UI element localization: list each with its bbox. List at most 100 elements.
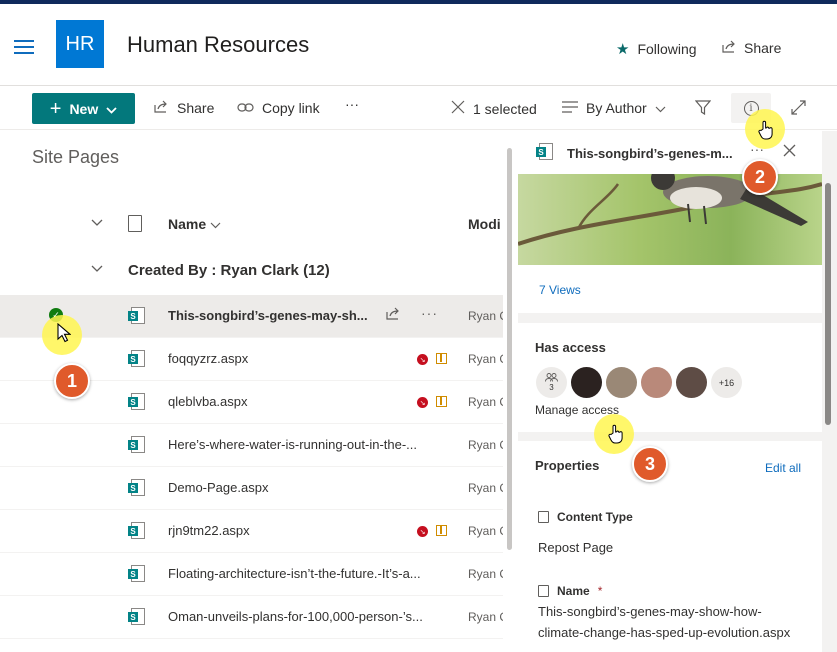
list-view-icon — [562, 100, 578, 116]
collapse-group-chevron-icon[interactable] — [91, 262, 103, 276]
sitepage-file-icon: S — [536, 143, 554, 161]
file-name-link[interactable]: Floating-architecture-isn’t-the-future.-… — [168, 566, 421, 581]
avatar[interactable] — [571, 367, 602, 398]
copy-link-button[interactable]: Copy link — [237, 100, 320, 116]
row-share-icon[interactable] — [386, 307, 401, 323]
site-title[interactable]: Human Resources — [127, 32, 309, 58]
edit-all-link[interactable]: Edit all — [765, 461, 801, 475]
book-icon[interactable] — [436, 353, 447, 364]
pointer-cursor-icon — [57, 322, 72, 349]
properties-card: Properties Edit all Content Type Repost … — [518, 441, 822, 652]
sitepage-file-icon: S — [128, 608, 146, 626]
list-title: Site Pages — [32, 147, 120, 167]
details-pane: S This-songbird’s-genes-m... ··· 7 Views… — [518, 131, 837, 652]
file-name-link[interactable]: Here’s-where-water-is-running-out-in-the… — [168, 437, 417, 452]
command-bar: + New Share Copy link ··· 1 selected By … — [0, 86, 837, 130]
group-avatar[interactable]: 3 — [536, 367, 567, 398]
following-button[interactable]: ★ Following — [616, 40, 697, 58]
sitepage-file-icon: S — [128, 307, 146, 325]
select-all-chevron-icon[interactable] — [91, 216, 103, 230]
chevron-down-icon — [655, 100, 666, 116]
site-logo[interactable]: HR — [56, 20, 104, 68]
list-scrollbar[interactable] — [507, 148, 512, 550]
sitepage-file-icon: S — [128, 436, 146, 454]
table-row[interactable]: S Floating-architecture-isn’t-the-future.… — [0, 553, 503, 596]
properties-heading: Properties — [535, 458, 600, 473]
alert-icon[interactable]: ↘ — [417, 397, 428, 408]
sitepage-file-icon: S — [128, 393, 146, 411]
file-name-link[interactable]: qleblvba.aspx — [168, 394, 248, 409]
table-row[interactable]: S Here’s-where-water-is-running-out-in-th… — [0, 424, 503, 467]
more-commands-button[interactable]: ··· — [345, 96, 359, 112]
name-label: Name * — [538, 584, 602, 598]
expand-button[interactable] — [791, 100, 806, 118]
close-icon — [451, 100, 465, 117]
filter-button[interactable] — [694, 100, 712, 118]
content-type-label-text: Content Type — [557, 510, 633, 524]
file-type-icon[interactable] — [128, 215, 142, 232]
file-name-link[interactable]: rjn9tm22.aspx — [168, 523, 250, 538]
share-button[interactable]: Share — [154, 100, 214, 116]
column-header-modified[interactable]: Modi — [468, 216, 501, 232]
content-type-label: Content Type — [538, 510, 633, 524]
selected-count: 1 selected — [473, 100, 537, 117]
book-icon[interactable] — [436, 525, 447, 536]
clear-selection-button[interactable]: 1 selected — [451, 100, 537, 117]
file-name-link[interactable]: Oman-unveils-plans-for-100,000-person-’s… — [168, 609, 423, 624]
avatar[interactable] — [606, 367, 637, 398]
file-name-link[interactable]: This-songbird’s-genes-may-sh... — [168, 308, 368, 323]
link-icon — [237, 100, 254, 116]
avatar[interactable] — [641, 367, 672, 398]
alert-icon[interactable]: ↘ — [417, 526, 428, 537]
expand-icon — [791, 100, 806, 118]
group-header[interactable]: Created By : Ryan Clark (12) — [0, 254, 503, 288]
access-heading: Has access — [535, 340, 606, 355]
sitepage-file-icon: S — [128, 479, 146, 497]
table-row[interactable]: S Demo-Page.aspx Ryan C — [0, 467, 503, 510]
share-icon — [722, 40, 736, 56]
book-icon[interactable] — [436, 396, 447, 407]
modified-by: Ryan C — [468, 610, 503, 624]
views-link[interactable]: 7 Views — [539, 283, 581, 297]
more-people-badge[interactable]: +16 — [711, 367, 742, 398]
views-card: 7 Views — [518, 265, 822, 313]
details-scrollbar[interactable] — [825, 183, 831, 425]
modified-by: Ryan C — [468, 309, 503, 323]
page-thumbnail-image — [518, 174, 822, 265]
row-more-icon[interactable]: ··· — [421, 305, 438, 321]
step-badge-2: 2 — [742, 159, 778, 195]
table-row[interactable]: Srjn9tm22.aspx ↘ Ryan C — [0, 510, 503, 553]
chevron-down-icon — [106, 101, 117, 117]
sitepage-file-icon: S — [128, 350, 146, 368]
sitepage-file-icon: S — [128, 522, 146, 540]
site-share-label: Share — [744, 40, 782, 56]
required-marker: * — [597, 584, 603, 598]
sitepage-file-icon: S — [128, 565, 146, 583]
close-icon[interactable] — [783, 142, 796, 162]
modified-by: Ryan C — [468, 352, 503, 366]
alert-icon[interactable]: ↘ — [417, 354, 428, 365]
file-name-link[interactable]: Demo-Page.aspx — [168, 480, 268, 495]
file-name-link[interactable]: foqqyzrz.aspx — [168, 351, 248, 366]
access-avatars: 3 +16 — [536, 367, 742, 398]
copy-link-label: Copy link — [262, 100, 320, 116]
modified-by: Ryan C — [468, 481, 503, 495]
group-label: Created By : Ryan Clark (12) — [128, 262, 330, 279]
content-type-icon — [538, 511, 549, 523]
share-icon — [154, 100, 169, 116]
avatar[interactable] — [676, 367, 707, 398]
content-type-value[interactable]: Repost Page — [538, 540, 613, 555]
site-header: HR Human Resources ★ Following Share — [0, 4, 837, 86]
plus-icon: + — [49, 97, 62, 120]
following-label: Following — [637, 41, 697, 57]
site-share-button[interactable]: Share — [722, 40, 781, 56]
modified-by: Ryan C — [468, 524, 503, 538]
table-row[interactable]: S Oman-unveils-plans-for-100,000-person-’… — [0, 596, 503, 639]
details-title: This-songbird’s-genes-m... — [567, 146, 733, 161]
new-button[interactable]: + New — [32, 93, 135, 124]
modified-by: Ryan C — [468, 438, 503, 452]
name-value[interactable]: This-songbird’s-genes-may-show-how-clima… — [538, 601, 798, 643]
view-switcher[interactable]: By Author — [562, 100, 666, 116]
hamburger-menu-icon[interactable] — [14, 40, 34, 54]
column-header-name[interactable]: Name — [168, 216, 221, 232]
